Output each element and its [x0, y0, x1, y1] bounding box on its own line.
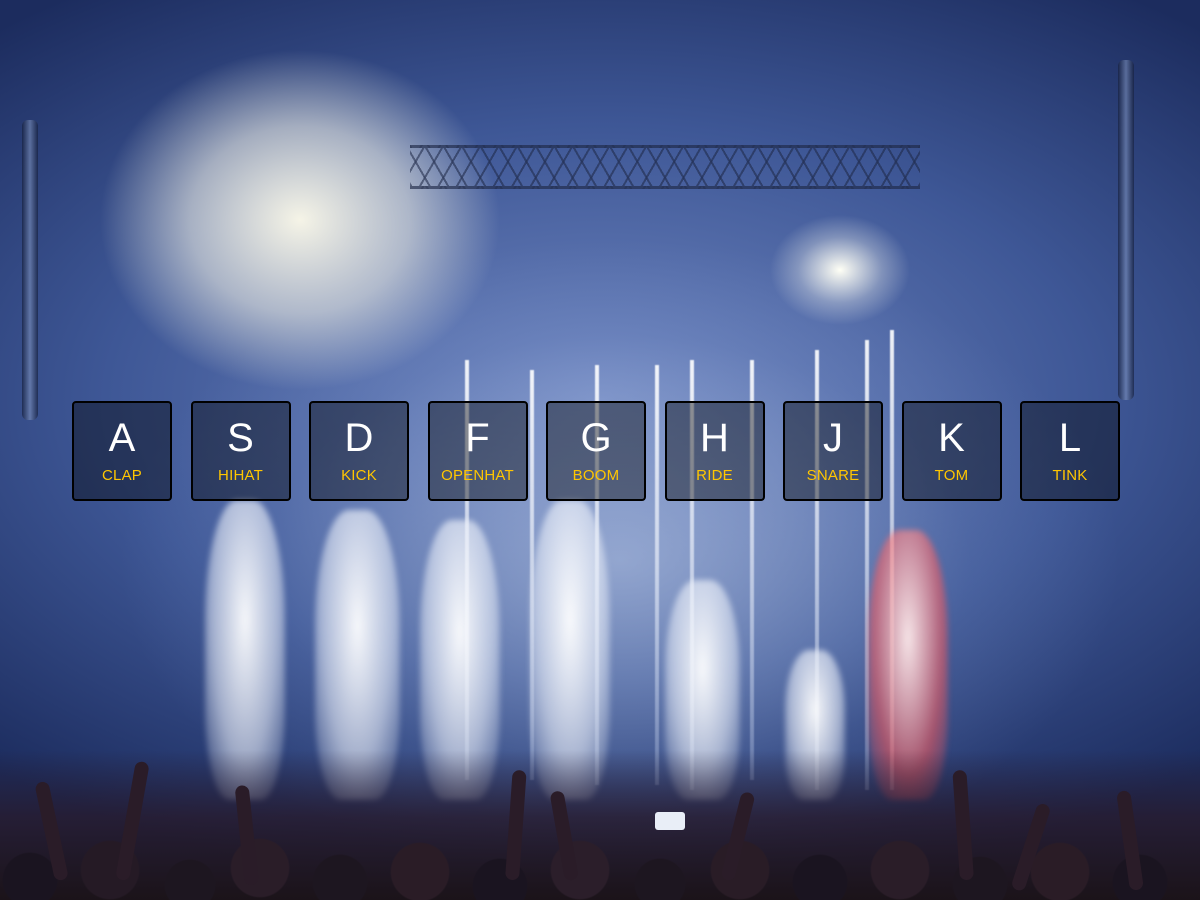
right-speaker-array [1118, 60, 1134, 400]
drum-key-h[interactable]: H RIDE [664, 401, 765, 501]
key-letter: H [700, 416, 729, 460]
lighting-truss [410, 145, 920, 189]
key-letter: J [823, 416, 843, 460]
drum-key-l[interactable]: L TINK [1020, 401, 1120, 501]
key-sound-label: KICK [341, 467, 377, 484]
drum-key-f[interactable]: F OPENHAT [427, 401, 528, 501]
drum-key-a[interactable]: A CLAP [72, 401, 172, 501]
key-letter: D [344, 416, 374, 460]
drum-key-d[interactable]: D KICK [309, 401, 409, 501]
key-sound-label: BOOM [572, 467, 620, 484]
drum-key-g[interactable]: G BOOM [546, 401, 646, 501]
key-letter: K [938, 416, 965, 460]
key-sound-label: HIHAT [218, 467, 263, 484]
left-speaker-array [22, 120, 38, 420]
key-sound-label: RIDE [696, 467, 733, 484]
key-sound-label: TOM [934, 467, 969, 484]
key-letter: A [108, 416, 136, 460]
drum-keys-row: A CLAP S HIHAT D KICK F OPENHAT G BOOM H… [72, 401, 1120, 501]
drum-key-k[interactable]: K TOM [901, 401, 1002, 501]
key-letter: L [1058, 416, 1082, 460]
drum-key-s[interactable]: S HIHAT [190, 401, 291, 501]
key-letter: F [465, 416, 490, 460]
key-letter: G [580, 416, 612, 460]
key-sound-label: OPENHAT [441, 467, 514, 484]
key-sound-label: TINK [1052, 467, 1088, 484]
key-sound-label: CLAP [102, 467, 142, 484]
phone-screen [655, 812, 685, 830]
key-sound-label: SNARE [806, 467, 860, 484]
key-letter: S [227, 416, 254, 460]
drum-key-j[interactable]: J SNARE [783, 401, 883, 501]
